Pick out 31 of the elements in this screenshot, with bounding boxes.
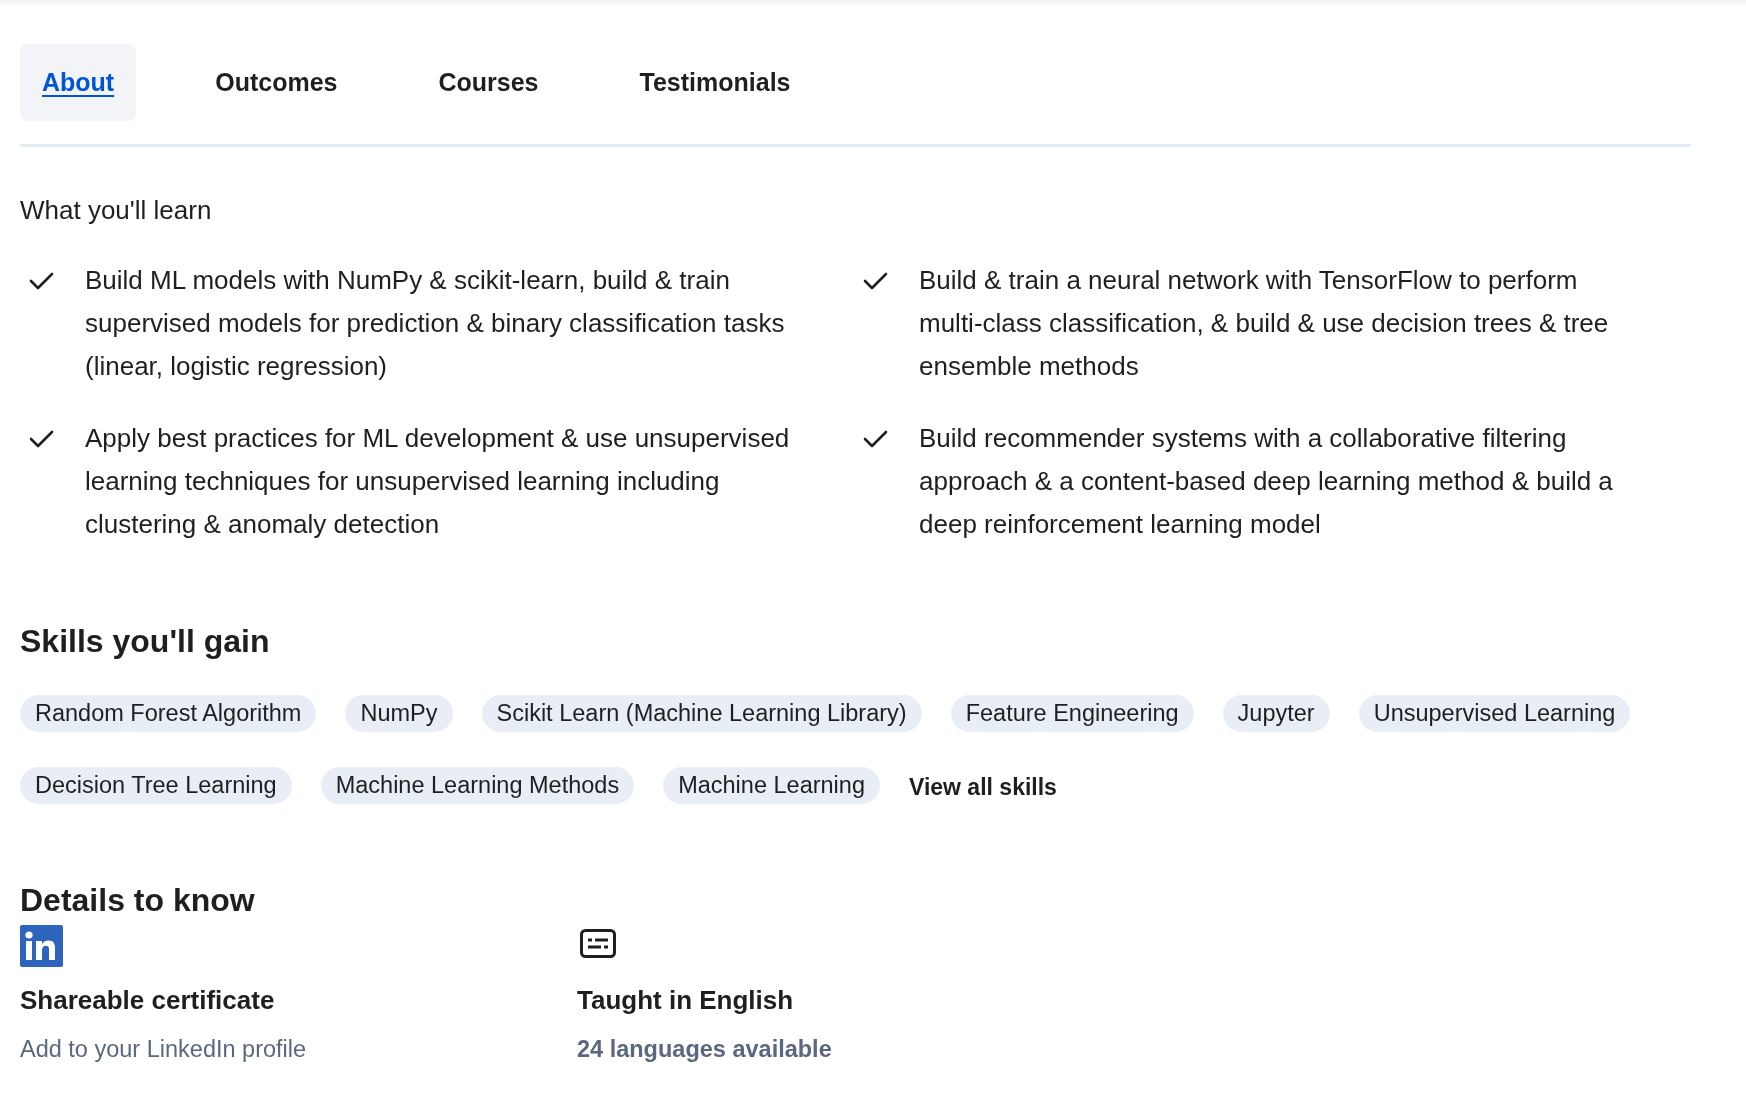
learning-outcome-text: Build & train a neural network with TensorFlow to perform multi-class classification, & build & use decision trees & tree ensemble methods [919, 264, 1610, 383]
skill-tag[interactable]: Unsupervised Learning [1358, 695, 1631, 732]
view-all-skills-link[interactable]: View all skills [909, 774, 1057, 801]
skill-tag[interactable]: Decision Tree Learning [20, 767, 292, 804]
skill-tag[interactable]: Machine Learning Methods [320, 767, 635, 804]
skill-tag[interactable]: NumPy [345, 695, 453, 732]
skill-tag[interactable]: Jupyter [1222, 695, 1330, 732]
skill-tag[interactable]: Machine Learning [663, 767, 880, 804]
skill-tag[interactable]: Scikit Learn (Machine Learning Library) [481, 695, 922, 732]
check-icon [863, 429, 888, 449]
tab[interactable]: Courses [416, 44, 561, 121]
skill-tag[interactable]: Random Forest Algorithm [20, 695, 317, 732]
tab[interactable]: Testimonials [617, 44, 813, 121]
learning-outcome-text: Build recommender systems with a collaborative filtering approach & a content-based deep learning method & build a deep reinforcement learning model [919, 422, 1614, 541]
tab[interactable]: About [20, 44, 137, 121]
detail-subtitle: 24 languages available [577, 1035, 832, 1064]
detail-title: Shareable certificate [20, 984, 275, 1017]
tab[interactable]: Outcomes [193, 44, 360, 121]
check-icon [29, 429, 54, 449]
detail-subtitle: Add to your LinkedIn profile [20, 1035, 307, 1064]
section-heading: What you'll learn [20, 194, 213, 226]
learning-outcome-text: Build ML models with NumPy & scikit-learn, build & train supervised models for prediction & binary classification tasks (linear, logistic regression) [85, 264, 786, 383]
linkedin-icon [20, 925, 63, 967]
section-heading: Skills you'll gain [20, 622, 271, 661]
captions-icon [580, 929, 616, 958]
detail-title: Taught in English [577, 984, 794, 1017]
section-heading: Details to know [20, 881, 256, 920]
check-icon [863, 271, 888, 291]
skill-tag[interactable]: Feature Engineering [950, 695, 1194, 732]
check-icon [29, 271, 54, 291]
learning-outcome-text: Apply best practices for ML development & use unsupervised learning techniques for unsupervised learning including clustering & anomaly detection [85, 422, 791, 541]
